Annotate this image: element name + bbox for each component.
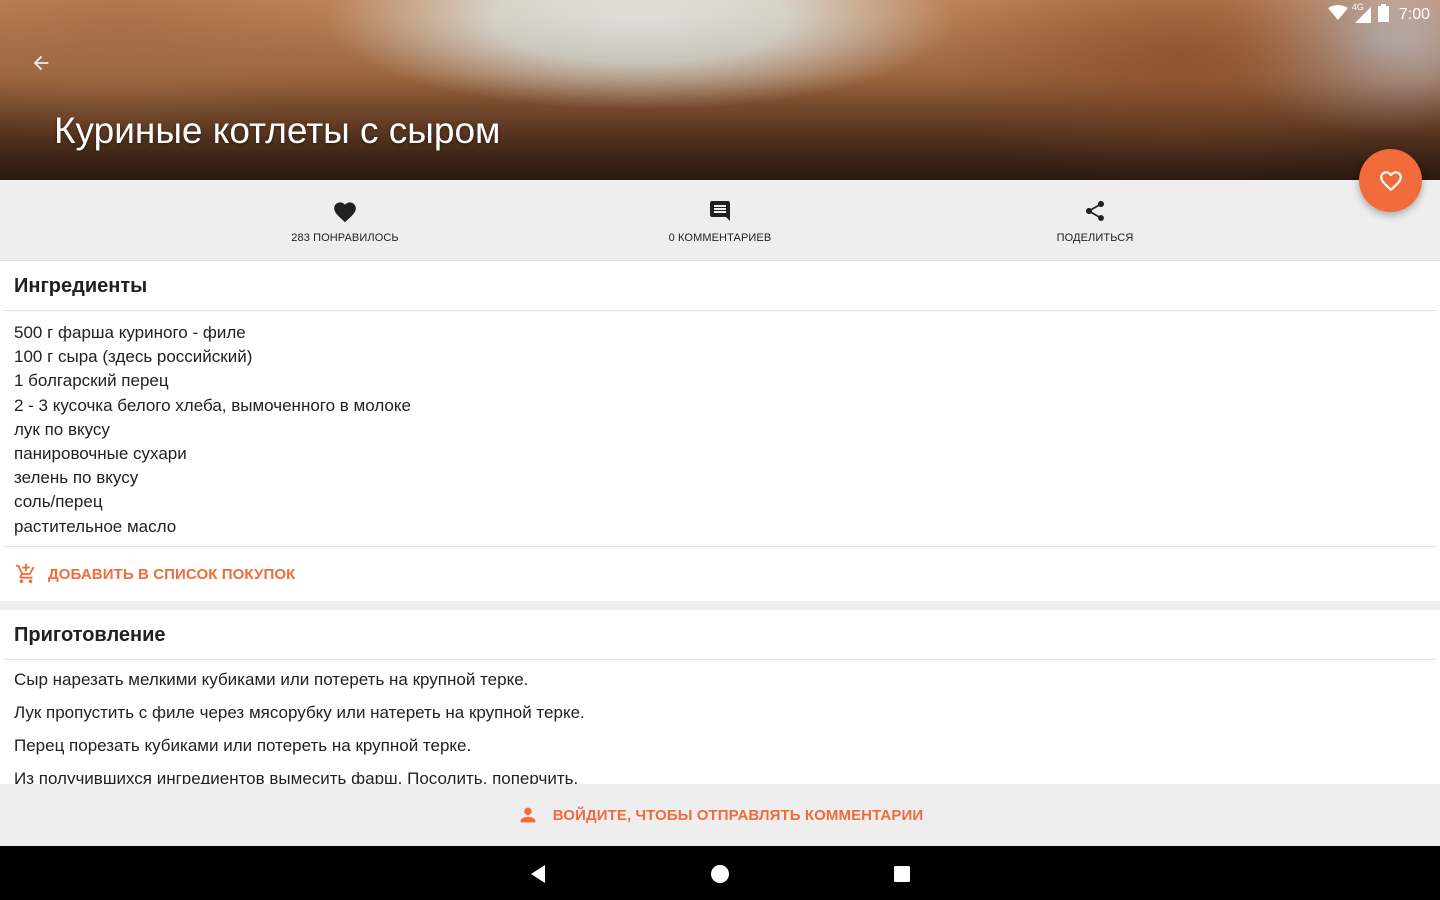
back-triangle-icon bbox=[531, 865, 545, 883]
share-icon bbox=[1086, 201, 1104, 221]
person-icon bbox=[520, 807, 536, 823]
comment-icon bbox=[710, 201, 730, 221]
system-navigation-bar bbox=[0, 846, 1440, 900]
add-to-cart-icon bbox=[15, 563, 35, 584]
ingredient-item: соль/перец bbox=[14, 492, 103, 512]
ingredient-item: 500 г фарша куриного - филе bbox=[14, 323, 246, 342]
ingredients-list: 500 г фарша куриного - филе 100 г сыра (… bbox=[14, 321, 411, 539]
preparation-heading: Приготовление bbox=[14, 624, 166, 646]
ingredient-item: лук по вкусу bbox=[14, 419, 110, 439]
back-button[interactable] bbox=[24, 46, 58, 80]
home-circle-icon bbox=[711, 865, 729, 883]
comments-button[interactable]: 0 КОММЕНТАРИЕВ bbox=[590, 180, 850, 261]
preparation-step: Лук пропустить с филе через мясорубку ил… bbox=[14, 703, 585, 722]
favorite-fab-button[interactable] bbox=[1359, 149, 1422, 212]
recipe-actions-bar: 283 ПОНРАВИЛОСЬ 0 КОММЕНТАРИЕВ ПОДЕЛИТЬС… bbox=[0, 180, 1440, 261]
likes-label: 283 ПОНРАВИЛОСЬ bbox=[291, 232, 399, 244]
heart-outline-icon bbox=[1379, 170, 1402, 191]
nav-recents-button[interactable] bbox=[887, 859, 917, 889]
nav-home-button[interactable] bbox=[705, 859, 735, 889]
ingredients-divider bbox=[4, 310, 1436, 311]
ingredient-item: зелень по вкусу bbox=[14, 468, 139, 488]
battery-icon bbox=[1377, 3, 1389, 27]
comments-label: 0 КОММЕНТАРИЕВ bbox=[668, 232, 772, 244]
preparation-card: Приготовление Сыр нарезать мелкими кубик… bbox=[0, 610, 1440, 784]
login-to-comment-button[interactable]: ВОЙДИТЕ, ЧТОБЫ ОТПРАВЛЯТЬ КОММЕНТАРИИ bbox=[0, 784, 1440, 846]
share-button[interactable]: ПОДЕЛИТЬСЯ bbox=[965, 180, 1225, 261]
ingredients-heading: Ингредиенты bbox=[14, 275, 148, 297]
wifi-icon bbox=[1327, 4, 1348, 26]
add-to-shopping-list-label: ДОБАВИТЬ В СПИСОК ПОКУПОК bbox=[48, 565, 296, 583]
status-bar: 4G 7:00 bbox=[1327, 2, 1430, 27]
login-to-comment-label: ВОЙДИТЕ, ЧТОБЫ ОТПРАВЛЯТЬ КОММЕНТАРИИ bbox=[552, 806, 924, 824]
recipe-title: Куриные котлеты с сыром bbox=[54, 110, 501, 151]
ingredient-item: панировочные сухари bbox=[14, 443, 187, 463]
ingredient-item: 2 - 3 кусочка белого хлеба, вымоченного … bbox=[14, 395, 411, 415]
ingredients-card: Ингредиенты 500 г фарша куриного - филе … bbox=[0, 261, 1440, 601]
preparation-step: Из получившихся ингредиентов вымесить фа… bbox=[14, 769, 579, 784]
preparation-step: Сыр нарезать мелкими кубиками или потере… bbox=[14, 670, 529, 689]
add-to-shopping-list-button[interactable]: ДОБАВИТЬ В СПИСОК ПОКУПОК bbox=[14, 563, 295, 585]
status-time: 7:00 bbox=[1398, 6, 1430, 23]
ingredient-item: 100 г сыра (здесь российский) bbox=[14, 347, 253, 367]
likes-button[interactable]: 283 ПОНРАВИЛОСЬ bbox=[215, 180, 475, 261]
hero-gradient-overlay bbox=[0, 0, 1440, 180]
preparation-steps-list: Сыр нарезать мелкими кубиками или потере… bbox=[14, 670, 585, 784]
recents-square-icon bbox=[894, 866, 910, 882]
heart-icon bbox=[334, 202, 356, 223]
arrow-left-icon bbox=[33, 55, 49, 71]
preparation-step: Перец порезать кубиками или потереть на … bbox=[14, 736, 472, 755]
recipe-hero-image: 4G 7:00 Куриные котлеты с сыром bbox=[0, 0, 1440, 180]
section-separator bbox=[0, 601, 1440, 610]
cell-signal-icon: 4G bbox=[1352, 2, 1372, 24]
share-label: ПОДЕЛИТЬСЯ bbox=[1056, 232, 1134, 244]
preparation-divider bbox=[4, 659, 1436, 660]
ingredient-item: растительное масло bbox=[14, 516, 177, 536]
network-type: 4G bbox=[1351, 2, 1364, 12]
ingredients-bottom-divider bbox=[4, 546, 1436, 547]
ingredient-item: 1 болгарский перец bbox=[14, 371, 169, 391]
nav-back-button[interactable] bbox=[523, 859, 553, 889]
